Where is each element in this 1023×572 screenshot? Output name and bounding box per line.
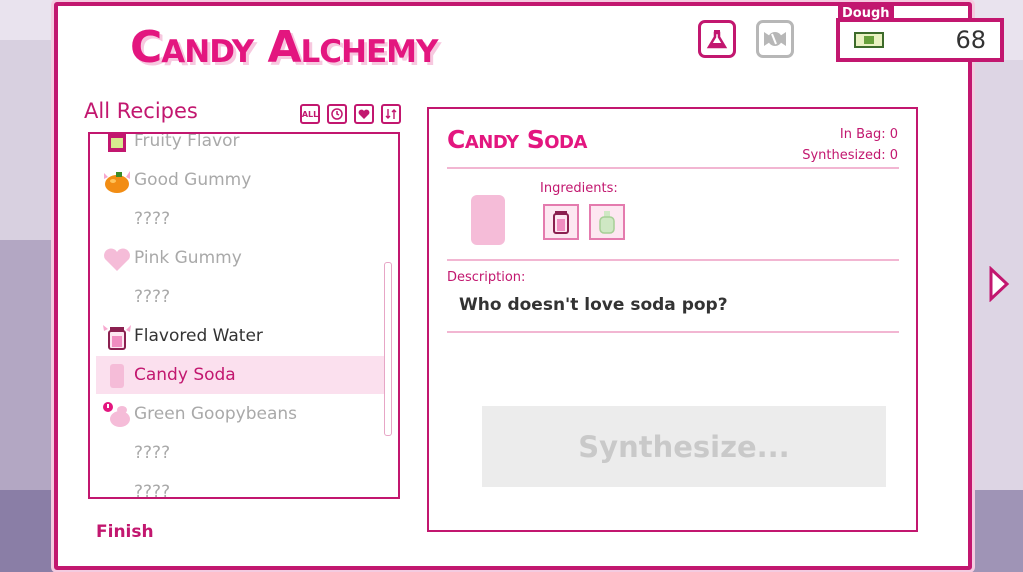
recipe-name: Fruity Flavor [134,132,240,151]
list-item[interactable]: ???? [96,473,386,499]
recipe-list[interactable]: Fruity Flavor Good Gummy ???? Pink Gummy… [88,132,400,499]
recipe-name: ???? [134,482,171,499]
recipe-name: Green Goopybeans [134,404,298,424]
background-block [0,490,54,572]
dough-counter: 68 [836,18,1004,62]
candy-icon [764,32,786,46]
fruity-flavor-icon [108,134,126,152]
list-item[interactable]: ???? [96,434,386,472]
heart-icon [358,109,370,119]
ingredient-slot[interactable] [543,204,579,240]
list-item-selected[interactable]: Candy Soda [96,356,386,394]
filter-all-button[interactable]: ALL [300,104,320,124]
goopybean-icon [103,402,130,427]
filter-recent-button[interactable] [327,104,347,124]
recipe-name: ???? [134,287,171,307]
finish-button[interactable]: Finish [96,522,154,542]
recipes-heading: All Recipes [84,99,198,123]
description-text: Who doesn't love soda pop? [459,295,728,315]
synthesize-button[interactable]: Synthesize... [482,406,886,487]
dough-value: 68 [955,26,986,54]
list-item[interactable]: Fruity Flavor [96,132,386,160]
list-scrollbar[interactable] [384,262,392,436]
description-label: Description: [447,270,526,285]
divider [447,331,899,333]
alchemy-tab-button[interactable] [698,20,736,58]
candy-soda-large-icon [471,195,505,245]
recipe-name: Flavored Water [134,326,263,346]
flavored-water-jar-icon [553,211,569,234]
dough-label: Dough [838,6,894,22]
background-block [970,490,1023,572]
ingredient-slot[interactable] [589,204,625,240]
filter-sort-button[interactable] [381,104,401,124]
recipe-name: ???? [134,209,171,229]
soda-icon [110,364,124,388]
list-item[interactable]: Green Goopybeans [96,395,386,433]
filter-favorite-button[interactable] [354,104,374,124]
game-title: Candy Alchemy [130,22,438,73]
list-item[interactable]: Flavored Water [96,317,386,355]
recipe-name: Candy Soda [134,365,236,385]
recipe-name: Good Gummy [134,170,252,190]
recipe-name: Pink Gummy [134,248,242,268]
divider [447,259,899,261]
next-arrow-icon[interactable] [988,266,1010,302]
flask-icon [706,30,728,49]
clock-icon [331,108,343,120]
list-item[interactable]: Good Gummy [96,161,386,199]
recipe-title: Candy Soda [447,125,587,154]
orange-gummy-icon [104,171,130,193]
recipe-detail-panel: Candy Soda In Bag: 0 Synthesized: 0 Ingr… [427,107,918,532]
jar-icon [103,325,131,350]
divider [447,167,899,169]
list-item[interactable]: ???? [96,200,386,238]
synthesized-count: Synthesized: 0 [802,148,898,163]
money-icon [854,32,884,48]
list-item[interactable]: ???? [96,278,386,316]
recipe-name: ???? [134,443,171,463]
green-bottle-icon [599,211,615,234]
candy-tab-button[interactable] [756,20,794,58]
ingredients-label: Ingredients: [540,181,618,196]
list-item[interactable]: Pink Gummy [96,239,386,277]
sort-icon [385,109,397,119]
in-bag-count: In Bag: 0 [839,127,898,142]
pink-heart-gummy-icon [104,248,130,271]
background-block [0,240,54,490]
